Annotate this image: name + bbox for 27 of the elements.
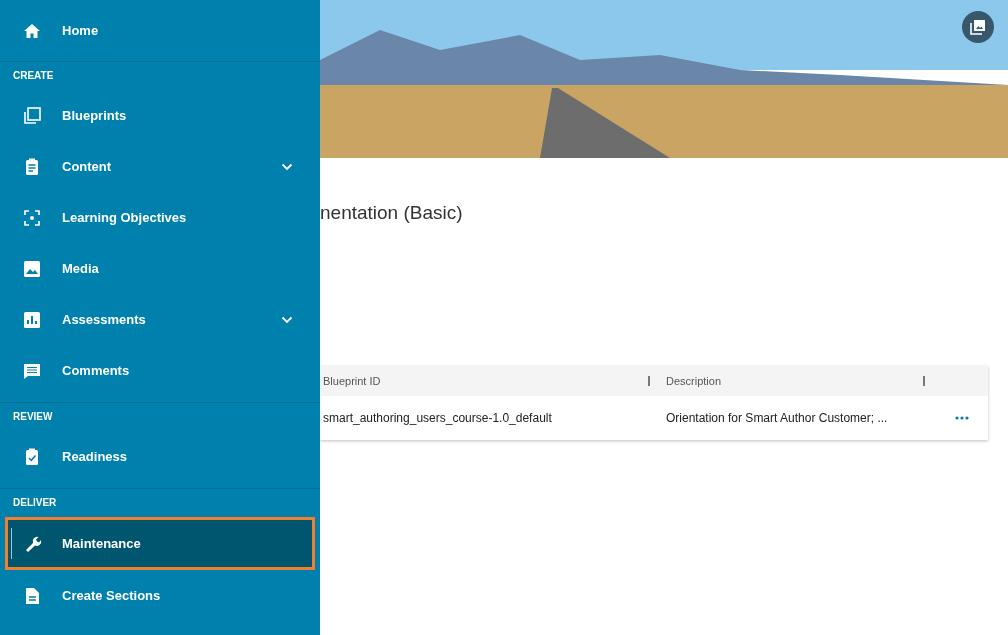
- bar-chart-icon: [22, 309, 42, 330]
- section-heading: DELIVER: [12, 496, 58, 510]
- page-title: nentation (Basic): [320, 202, 464, 225]
- image-icon: [22, 258, 42, 279]
- table-cell: smart_authoring_users_course-1.0_default: [323, 411, 552, 425]
- nav-item[interactable]: Blueprints: [0, 90, 320, 141]
- stacked-squares-icon: [22, 105, 42, 126]
- column-resize-handle[interactable]: [923, 376, 925, 386]
- focus-frame-icon: [22, 207, 42, 228]
- table-cell: Orientation for Smart Author Customer; ...: [666, 411, 888, 425]
- chevron-down-icon: [281, 315, 293, 324]
- photo-gallery-icon: [970, 19, 986, 35]
- nav-item[interactable]: Create Sections: [0, 570, 320, 621]
- nav-item[interactable]: Content: [0, 141, 320, 192]
- chevron-down-icon: [281, 162, 293, 171]
- nav-item[interactable]: Readiness: [0, 431, 320, 482]
- ellipsis-icon: [954, 416, 969, 420]
- nav-item[interactable]: Learning Objectives: [0, 192, 320, 243]
- column-header: Description: [666, 375, 722, 387]
- section-heading: REVIEW: [12, 410, 54, 424]
- column-header: Blueprint ID: [323, 375, 381, 387]
- nav-item[interactable]: Comments: [0, 345, 320, 396]
- nav-item[interactable]: Media: [0, 243, 320, 294]
- nav-item[interactable]: Assessments: [0, 294, 320, 345]
- nav-item[interactable]: Maintenance: [5, 517, 315, 570]
- column-resize-handle[interactable]: [648, 376, 650, 386]
- section-heading: CREATE: [12, 69, 55, 83]
